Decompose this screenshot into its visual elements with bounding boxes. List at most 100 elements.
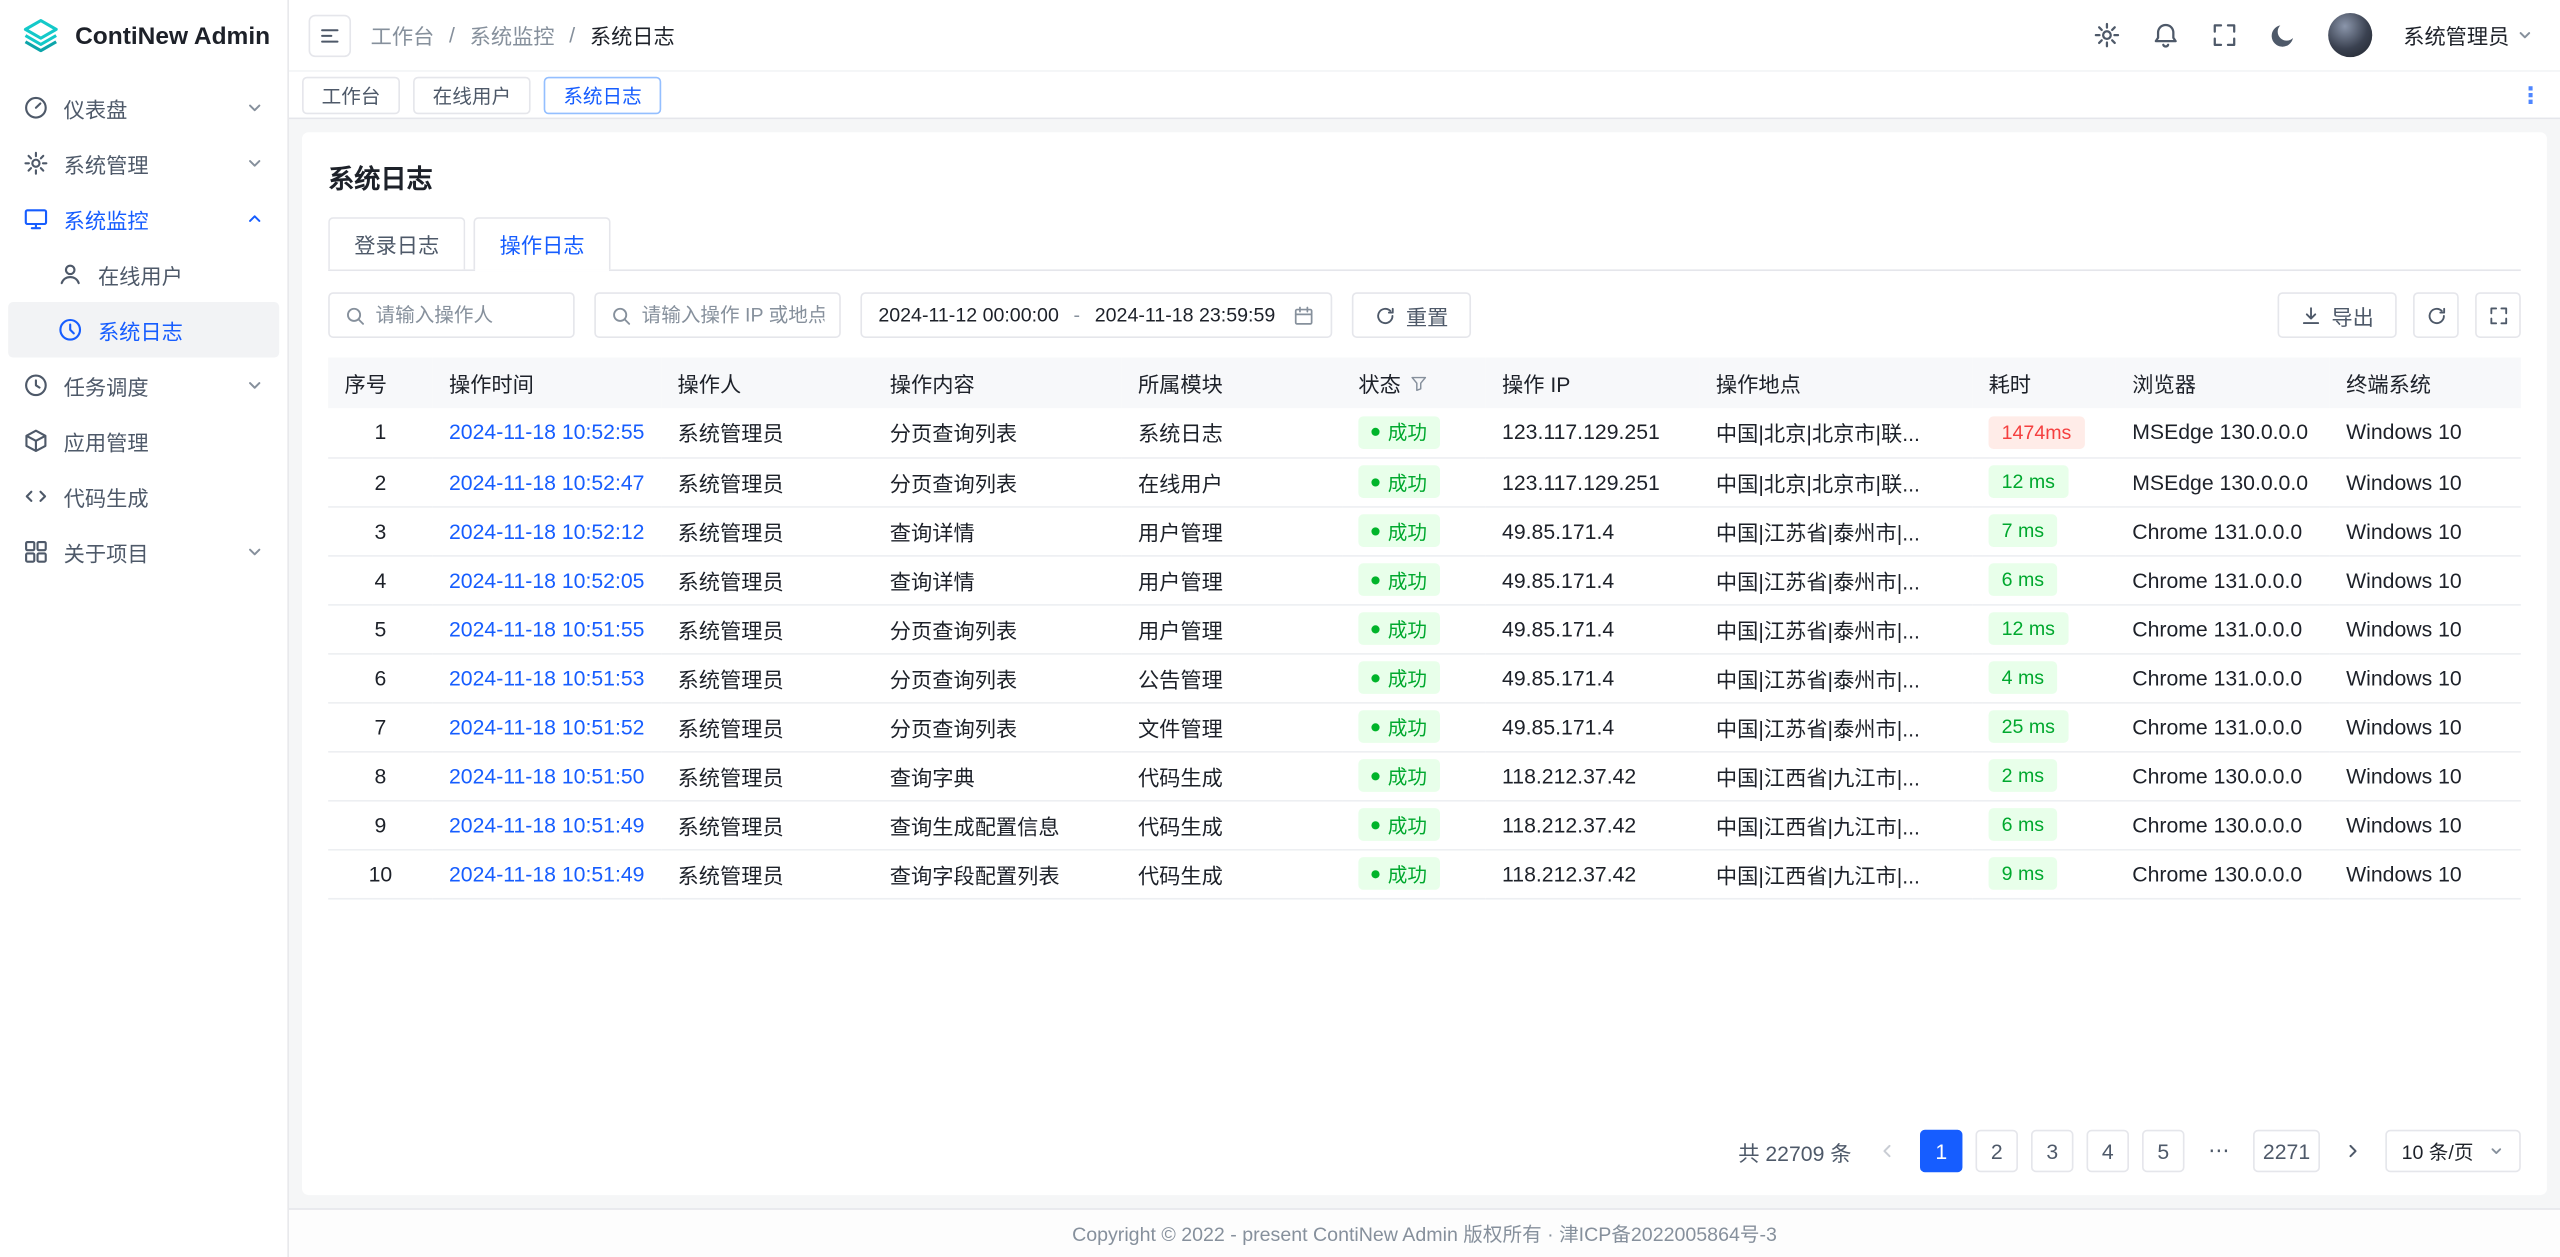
pagination-page-4[interactable]: 4 [2087,1130,2129,1172]
tab-operation-log[interactable]: 操作日志 [473,217,610,269]
cell-operator: 系统管理员 [661,506,873,555]
duration-badge: 25 ms [1989,710,2068,743]
status-dot-icon [1371,673,1379,681]
fullscreen-icon[interactable] [2211,21,2239,49]
cell-module: 代码生成 [1122,849,1342,898]
cell-status: 成功 [1342,457,1486,506]
refresh-table-button[interactable] [2413,292,2459,338]
pagination-page-1[interactable]: 1 [1920,1130,1962,1172]
time-link[interactable]: 2024-11-18 10:51:55 [449,616,645,640]
time-link[interactable]: 2024-11-18 10:52:12 [449,518,645,542]
sidebar-item-code-generation[interactable]: 代码生成 [8,469,279,525]
tab-system-logs[interactable]: 系统日志 [544,76,662,114]
chevron-down-icon [245,153,265,173]
sidebar-menu: 仪表盘 系统管理 系统监控 在线用户 系统日志 [0,72,287,588]
operator-search-input[interactable] [376,304,559,327]
cell-os: Windows 10 [2330,849,2521,898]
status-badge: 成功 [1358,661,1440,694]
cell-module: 公告管理 [1122,653,1342,702]
collapse-menu-button[interactable] [309,14,351,56]
tab-online-users[interactable]: 在线用户 [413,76,531,114]
search-icon [611,304,632,325]
status-dot-icon [1371,869,1379,877]
cell-time: 2024-11-18 10:51:52 [433,702,662,751]
time-link[interactable]: 2024-11-18 10:51:53 [449,665,645,689]
cell-time: 2024-11-18 10:52:47 [433,457,662,506]
date-start-value[interactable]: 2024-11-12 00:00:00 [878,304,1058,327]
cell-operator: 系统管理员 [661,751,873,800]
user-avatar[interactable] [2328,13,2372,57]
settings-icon[interactable] [2093,21,2121,49]
sidebar-item-task-schedule[interactable]: 任务调度 [8,358,279,414]
time-link[interactable]: 2024-11-18 10:51:49 [449,861,645,885]
filter-toolbar: 2024-11-12 00:00:00 - 2024-11-18 23:59:5… [328,292,2521,338]
sidebar-item-dashboard[interactable]: 仪表盘 [8,80,279,136]
sidebar-item-system-monitor[interactable]: 系统监控 [8,191,279,247]
duration-badge: 12 ms [1989,465,2068,498]
status-label: 成功 [1388,811,1427,839]
dark-mode-moon-icon[interactable] [2269,21,2297,49]
sidebar-item-online-users[interactable]: 在线用户 [8,247,279,303]
time-link[interactable]: 2024-11-18 10:51:49 [449,812,645,836]
cell-module: 代码生成 [1122,751,1342,800]
column-operator: 操作人 [661,358,873,409]
pagination-page-3[interactable]: 3 [2031,1130,2073,1172]
user-name: 系统管理员 [2403,20,2509,51]
cell-status: 成功 [1342,555,1486,604]
cell-ip: 49.85.171.4 [1486,653,1700,702]
user-menu[interactable]: 系统管理员 [2403,20,2534,51]
time-link[interactable]: 2024-11-18 10:52:05 [449,567,645,591]
time-link[interactable]: 2024-11-18 10:51:50 [449,763,645,787]
cell-time: 2024-11-18 10:52:55 [433,408,662,457]
table-header: 序号 操作时间 操作人 操作内容 所属模块 状态 操作 IP 操作地点 耗时 浏… [328,358,2521,409]
ip-search-input[interactable] [642,304,825,327]
grid-icon [23,539,49,565]
time-link[interactable]: 2024-11-18 10:52:47 [449,469,645,493]
pagination-prev-icon[interactable] [1868,1131,1907,1170]
cell-os: Windows 10 [2330,457,2521,506]
cell-content: 分页查询列表 [873,653,1121,702]
time-link[interactable]: 2024-11-18 10:51:52 [449,714,645,738]
operator-search-field[interactable] [328,292,575,338]
sidebar-item-label: 关于项目 [64,536,231,567]
fullscreen-table-button[interactable] [2475,292,2521,338]
cell-duration: 2 ms [1972,751,2116,800]
cell-duration: 1474ms [1972,408,2116,457]
export-button[interactable]: 导出 [2278,292,2397,338]
cell-duration: 6 ms [1972,555,2116,604]
ip-search-field[interactable] [594,292,841,338]
sidebar-item-system-management[interactable]: 系统管理 [8,136,279,192]
column-content: 操作内容 [873,358,1121,409]
notification-bell-icon[interactable] [2152,21,2180,49]
tab-more-icon[interactable]: ⋮ [2519,81,2547,109]
breadcrumb-item[interactable]: 系统监控 [470,20,555,51]
time-link[interactable]: 2024-11-18 10:52:55 [449,420,645,444]
breadcrumb-item[interactable]: 工作台 [371,20,435,51]
cell-content: 分页查询列表 [873,702,1121,751]
date-range-picker[interactable]: 2024-11-12 00:00:00 - 2024-11-18 23:59:5… [860,292,1332,338]
cell-duration: 7 ms [1972,506,2116,555]
pagination-ellipsis[interactable]: ⋯ [2198,1130,2240,1172]
pagination-page-5[interactable]: 5 [2142,1130,2184,1172]
status-badge: 成功 [1358,710,1440,743]
pagination-next-icon[interactable] [2333,1131,2372,1170]
date-end-value[interactable]: 2024-11-18 23:59:59 [1095,304,1275,327]
sidebar-item-system-logs[interactable]: 系统日志 [8,302,279,358]
table-row: 10 2024-11-18 10:51:49 系统管理员 查询字段配置列表 代码… [328,849,2521,898]
page-size-select[interactable]: 10 条/页 [2385,1130,2521,1172]
code-icon [23,483,49,509]
table-row: 7 2024-11-18 10:51:52 系统管理员 分页查询列表 文件管理 … [328,702,2521,751]
tab-workbench[interactable]: 工作台 [302,76,400,114]
cell-os: Windows 10 [2330,555,2521,604]
status-dot-icon [1371,428,1379,436]
tab-login-log[interactable]: 登录日志 [328,217,465,269]
pagination-page-2[interactable]: 2 [1976,1130,2018,1172]
app-logo[interactable]: ContiNew Admin [0,0,287,72]
cell-ip: 118.212.37.42 [1486,800,1700,849]
filter-funnel-icon[interactable] [1409,373,1429,393]
sidebar-item-about-project[interactable]: 关于项目 [8,524,279,580]
sidebar-item-app-management[interactable]: 应用管理 [8,413,279,469]
pagination-page-2271[interactable]: 2271 [2253,1130,2320,1172]
cell-location: 中国|江苏省|泰州市|... [1700,604,1973,653]
reset-button[interactable]: 重置 [1352,292,1471,338]
